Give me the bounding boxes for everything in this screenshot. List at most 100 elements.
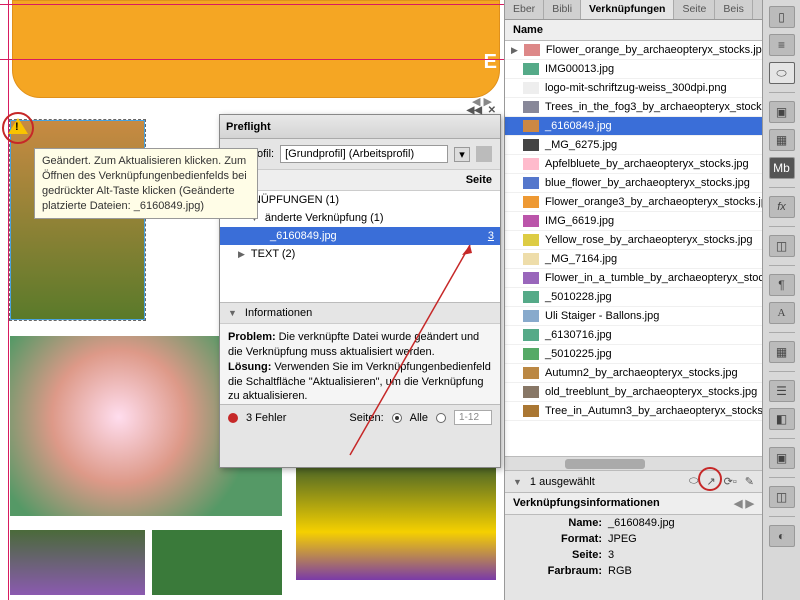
link-item[interactable]: _MG_7164.jpg — [505, 250, 762, 269]
relink-icon[interactable]: ⬭ — [689, 475, 698, 488]
error-count: 3 Fehler — [246, 412, 286, 424]
update-icon[interactable]: ⟳▫ — [724, 475, 737, 488]
object-styles-panel-icon[interactable]: ◫ — [769, 235, 795, 257]
link-item[interactable]: blue_flower_by_archaeopteryx_stocks.jpg — [505, 174, 762, 193]
guide-horizontal[interactable] — [0, 59, 504, 60]
link-item[interactable]: old_treeblunt_by_archaeopteryx_stocks.jp… — [505, 383, 762, 402]
placed-image[interactable] — [10, 530, 145, 595]
effects-panel-icon[interactable]: fx — [769, 196, 795, 218]
separator — [769, 332, 795, 333]
link-item[interactable]: logo-mit-schriftzug-weiss_300dpi.png — [505, 79, 762, 98]
link-item[interactable]: Flower_orange3_by_archaeopteryx_stocks.j… — [505, 193, 762, 212]
panel-tab[interactable]: Beis — [715, 0, 752, 19]
links-panel-icon[interactable]: ⬭ — [769, 62, 795, 84]
guide-vertical[interactable] — [8, 0, 9, 600]
link-thumbnail — [523, 291, 539, 303]
pages-range-radio[interactable] — [436, 413, 446, 423]
column-header-name[interactable]: Name — [505, 20, 762, 41]
preflight-error-tree[interactable]: ▼ NÜPFUNGEN (1) ▼ änderte Verknüpfung (1… — [220, 191, 500, 303]
profile-value: [Grundprofil] (Arbeitsprofil) — [285, 148, 414, 160]
separator — [769, 516, 795, 517]
links-statusbar: ▼ 1 ausgewählt ⬭ ↗ ⟳▫ ✎ — [505, 470, 762, 492]
panel-tab[interactable]: Bibli — [544, 0, 581, 19]
expand-arrow-icon[interactable]: ▼ — [513, 477, 522, 487]
color-panel-icon[interactable]: ▦ — [769, 129, 795, 151]
tree-group-text[interactable]: ▶ TEXT (2) — [220, 245, 500, 263]
link-name: _5010228.jpg — [545, 291, 612, 303]
link-name: IMG00013.jpg — [545, 63, 614, 75]
link-item[interactable]: Yellow_rose_by_archaeopteryx_stocks.jpg — [505, 231, 762, 250]
library-panel-icon[interactable]: ◫ — [769, 486, 795, 508]
horizontal-scrollbar[interactable] — [505, 456, 762, 470]
stroke-panel-icon[interactable]: ▣ — [769, 101, 795, 123]
tree-item-page[interactable]: 3 — [488, 230, 494, 242]
links-list[interactable]: ▶Flower_orange_by_archaeopteryx_stocks.j… — [505, 41, 762, 456]
expand-arrow-icon[interactable]: ▶ — [511, 45, 518, 56]
pages-range-input[interactable] — [454, 410, 492, 425]
swatches-panel-icon[interactable]: Mb — [769, 157, 795, 179]
link-thumbnail — [523, 177, 539, 189]
character-panel-icon[interactable]: A — [769, 302, 795, 324]
link-item[interactable]: Flower_in_a_tumble_by_archaeopteryx_stoc… — [505, 269, 762, 288]
info-nav-arrows[interactable]: ◀ ▶ — [472, 95, 492, 108]
link-item[interactable]: Tree_in_Autumn3_by_archaeopteryx_stocks.… — [505, 402, 762, 421]
placed-image[interactable] — [152, 530, 282, 595]
pathfinder-panel-icon[interactable]: ◧ — [769, 408, 795, 430]
link-name: Apfelbluete_by_archaeopteryx_stocks.jpg — [545, 158, 749, 170]
link-item[interactable]: IMG00013.jpg — [505, 60, 762, 79]
guide-horizontal[interactable] — [0, 4, 504, 5]
separator — [769, 477, 795, 478]
tree-item-file[interactable]: _6160849.jpg 3 — [220, 227, 500, 245]
link-info-header[interactable]: Verknüpfungsinformationen ◀ ▶ — [505, 492, 762, 515]
info-nav-arrows[interactable]: ◀ ▶ — [734, 497, 754, 510]
warning-icon[interactable] — [8, 118, 28, 134]
link-item[interactable]: ▶Flower_orange_by_archaeopteryx_stocks.j… — [505, 41, 762, 60]
link-thumbnail — [523, 272, 539, 284]
embed-icon[interactable] — [476, 146, 492, 162]
preflight-titlebar[interactable]: Preflight ◀◀ ✕ — [220, 115, 500, 139]
selected-count: 1 ausgewählt — [530, 476, 595, 488]
link-thumbnail — [523, 196, 539, 208]
panel-tab[interactable]: Seite — [674, 0, 715, 19]
link-item[interactable]: Uli Staiger - Ballons.jpg — [505, 307, 762, 326]
links-panel: EberBibliVerknüpfungenSeiteBeis Name ▶Fl… — [504, 0, 762, 600]
collapse-arrow-icon[interactable]: ▼ — [228, 308, 237, 318]
column-header-page: Seite — [220, 170, 500, 191]
profile-select[interactable]: [Grundprofil] (Arbeitsprofil) — [280, 145, 448, 163]
edit-icon[interactable]: ✎ — [745, 475, 754, 488]
scripts-panel-icon[interactable]: ◐ — [769, 525, 795, 547]
link-item[interactable]: Trees_in_the_fog3_by_archaeopteryx_stock… — [505, 98, 762, 117]
goto-icon[interactable]: ↗ — [706, 475, 715, 488]
text-wrap-panel-icon[interactable]: ▣ — [769, 447, 795, 469]
separator — [769, 265, 795, 266]
link-item[interactable]: _6130716.jpg — [505, 326, 762, 345]
layers-panel-icon[interactable]: ≡ — [769, 34, 795, 56]
expand-arrow-icon[interactable]: ▶ — [238, 249, 245, 260]
dropdown-arrow-icon[interactable]: ▾ — [454, 147, 470, 162]
scrollbar-thumb[interactable] — [565, 459, 645, 469]
placed-image[interactable] — [296, 460, 496, 580]
link-item[interactable]: Autumn2_by_archaeopteryx_stocks.jpg — [505, 364, 762, 383]
link-item[interactable]: IMG_6619.jpg — [505, 212, 762, 231]
table-panel-icon[interactable]: ▦ — [769, 341, 795, 363]
pages-panel-icon[interactable]: ▯ — [769, 6, 795, 28]
panel-tab[interactable]: Verknüpfungen — [581, 0, 674, 19]
error-dot-icon — [228, 413, 238, 423]
link-item[interactable]: Apfelbluete_by_archaeopteryx_stocks.jpg — [505, 155, 762, 174]
tree-group-links[interactable]: ▼ NÜPFUNGEN (1) — [220, 191, 500, 209]
align-panel-icon[interactable]: ☰ — [769, 380, 795, 402]
pages-all-radio[interactable] — [392, 413, 402, 423]
tree-group-modified[interactable]: ▼ änderte Verknüpfung (1) — [220, 209, 500, 227]
link-item[interactable]: _5010228.jpg — [505, 288, 762, 307]
panel-tab[interactable]: Eber — [505, 0, 544, 19]
info-section-header[interactable]: ▼ Informationen ◀ ▶ — [220, 303, 500, 324]
preflight-title: Preflight — [226, 121, 271, 133]
panel-tabs: EberBibliVerknüpfungenSeiteBeis — [505, 0, 762, 20]
preflight-panel[interactable]: Preflight ◀◀ ✕ Profil: [Grundprofil] (Ar… — [219, 114, 501, 468]
link-item[interactable]: _MG_6275.jpg — [505, 136, 762, 155]
link-name: _6160849.jpg — [545, 120, 612, 132]
link-item[interactable]: _6160849.jpg — [505, 117, 762, 136]
yellow-banner[interactable]: E — [12, 0, 500, 98]
paragraph-panel-icon[interactable]: ¶ — [769, 274, 795, 296]
link-item[interactable]: _5010225.jpg — [505, 345, 762, 364]
